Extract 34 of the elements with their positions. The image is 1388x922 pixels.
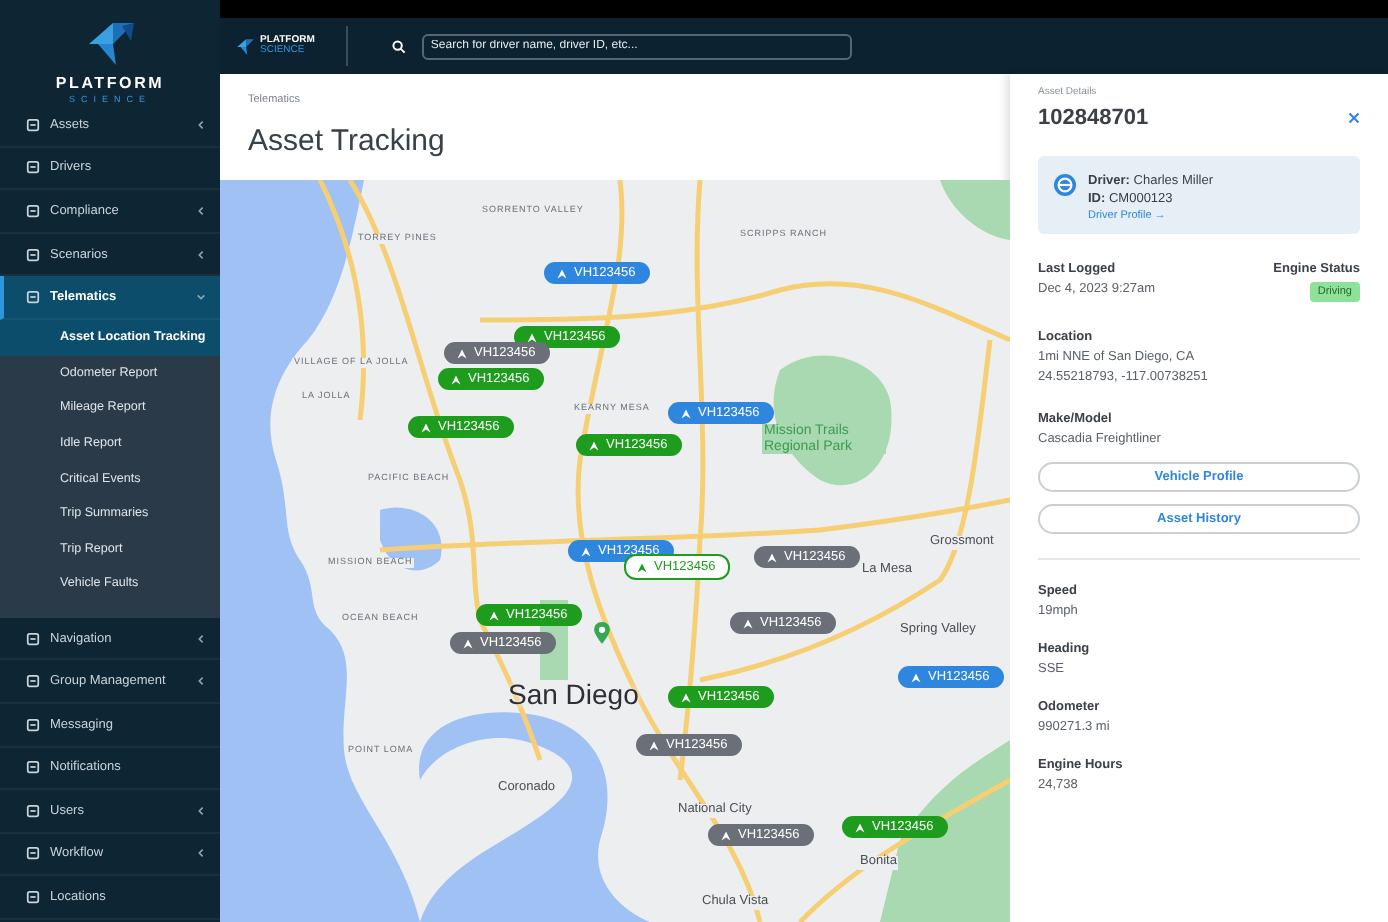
map-pin-icon: [594, 622, 610, 644]
navigation-arrow-icon: [420, 421, 432, 433]
page-title: Asset Tracking: [248, 124, 447, 158]
chevron-left-icon: [196, 205, 206, 216]
chevron-left-icon: [196, 633, 206, 644]
navigation-arrow-icon: [636, 561, 648, 573]
navigation-arrow-icon: [742, 617, 754, 629]
navigation-arrow-icon: [556, 267, 568, 279]
navigation-arrow-icon: [720, 829, 732, 841]
navigation-arrow-icon: [680, 691, 692, 703]
navigation-arrow-icon: [766, 551, 778, 563]
search-icon: [392, 39, 407, 53]
chevron-left-icon: [196, 119, 206, 130]
close-icon[interactable]: [1348, 112, 1360, 124]
navigation-arrow-icon: [910, 671, 922, 683]
navigation-arrow-icon: [648, 739, 660, 751]
chevron-left-icon: [196, 676, 206, 687]
navigation-arrow-icon: [680, 407, 692, 419]
navigation-arrow-icon: [488, 609, 500, 621]
navigation-arrow-icon: [450, 373, 462, 385]
steering-wheel-icon: [1054, 174, 1076, 196]
navigation-arrow-icon: [526, 331, 538, 343]
asset-id: 102848701: [1038, 106, 1149, 130]
logo-icon: [234, 37, 256, 55]
navigation-arrow-icon: [456, 347, 468, 359]
navigation-arrow-icon: [588, 439, 600, 451]
navigation-arrow-icon: [854, 821, 866, 833]
chevron-left-icon: [196, 805, 206, 816]
chevron-left-icon: [196, 848, 206, 859]
chevron-down-icon: [196, 292, 206, 303]
navigation-arrow-icon: [580, 545, 592, 557]
chevron-left-icon: [196, 249, 206, 260]
navigation-arrow-icon: [462, 637, 474, 649]
brand-name: PLATFORM: [55, 74, 165, 92]
